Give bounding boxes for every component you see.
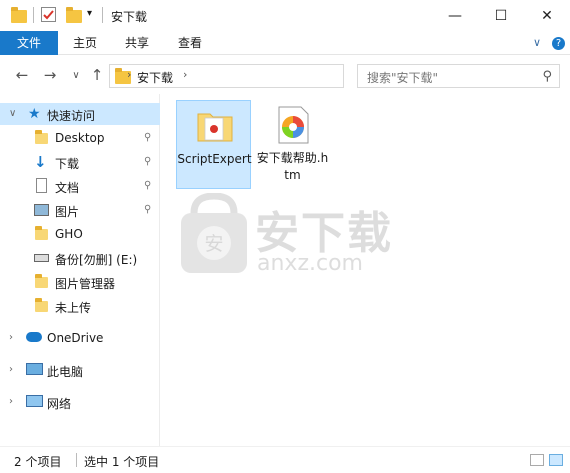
folder-icon	[11, 7, 27, 23]
details-view-icon[interactable]	[530, 454, 544, 466]
sidebar-item-not-uploaded[interactable]: 未上传	[0, 295, 160, 317]
separator	[76, 453, 77, 467]
expand-ribbon-icon[interactable]: ∨	[533, 36, 541, 49]
forward-arrow-icon[interactable]: →	[40, 65, 60, 85]
sidebar-item-onedrive[interactable]: › OneDrive	[0, 327, 160, 349]
sidebar-item-label: 快速访问	[47, 109, 96, 123]
pictures-icon	[34, 204, 49, 216]
navigation-pane: ∨ ★ 快速访问 Desktop ⚲ ↓ 下载 ⚲ 文档 ⚲ 图片 ⚲ GHO …	[0, 94, 160, 446]
properties-icon[interactable]	[41, 7, 56, 22]
sidebar-item-documents[interactable]: 文档 ⚲	[0, 175, 160, 197]
chevron-right-icon[interactable]: ›	[127, 68, 131, 81]
customize-quick-access-icon[interactable]: ▾	[87, 8, 92, 19]
sidebar-item-label: GHO	[55, 227, 83, 241]
help-icon[interactable]: ?	[552, 37, 565, 50]
document-icon	[36, 178, 47, 193]
star-icon: ★	[28, 106, 41, 122]
tab-file[interactable]: 文件	[0, 31, 58, 55]
watermark-subtitle: anxz.com	[257, 251, 363, 276]
sidebar-item-label: 图片	[55, 205, 80, 219]
sidebar-item-this-pc[interactable]: › 此电脑	[0, 359, 160, 381]
sidebar-item-picture-manager[interactable]: 图片管理器	[0, 271, 160, 293]
status-bar: 2 个项目 选中 1 个项目	[0, 446, 570, 473]
tab-view[interactable]: 查看	[171, 31, 209, 55]
search-icon[interactable]: ⚲	[542, 69, 552, 84]
large-icons-view-icon[interactable]	[549, 454, 563, 466]
file-name: 安下载帮助.htm	[256, 151, 329, 182]
search-placeholder: 搜索"安下载"	[367, 71, 439, 85]
breadcrumb[interactable]: 安下载	[137, 69, 173, 86]
download-arrow-icon: ↓	[34, 153, 47, 171]
back-arrow-icon[interactable]: ←	[12, 65, 32, 85]
folder-icon	[35, 226, 48, 240]
chevron-right-icon[interactable]: ›	[9, 396, 13, 407]
pin-icon[interactable]: ⚲	[144, 204, 151, 215]
sidebar-item-quick-access[interactable]: ∨ ★ 快速访问	[0, 103, 160, 125]
minimize-button[interactable]: —	[432, 0, 478, 31]
pin-icon[interactable]: ⚲	[144, 180, 151, 191]
sidebar-item-desktop[interactable]: Desktop ⚲	[0, 127, 160, 149]
folder-icon	[35, 130, 48, 144]
sidebar-item-label: Desktop	[55, 131, 105, 145]
computer-icon	[26, 363, 43, 375]
new-folder-icon[interactable]	[66, 7, 82, 23]
folder-icon	[197, 113, 233, 142]
recent-locations-icon[interactable]: ∨	[66, 65, 86, 85]
sidebar-item-drive-e[interactable]: 备份[勿删] (E:)	[0, 247, 160, 269]
sidebar-item-gho[interactable]: GHO	[0, 223, 160, 245]
title-bar: ▾ 安下载 — ☐ ✕	[0, 0, 570, 31]
chevron-right-icon[interactable]: ›	[9, 332, 13, 343]
address-bar[interactable]: › 安下载 › ∨ ↻	[109, 64, 450, 88]
folder-icon	[35, 298, 48, 312]
sidebar-item-label: 网络	[47, 397, 72, 411]
sidebar-item-network[interactable]: › 网络	[0, 391, 160, 413]
sidebar-item-label: 图片管理器	[55, 277, 116, 291]
network-icon	[26, 395, 43, 407]
navigation-bar: ← → ∨ ↑ › 安下载 › ∨ ↻ 搜索"安下载" ⚲	[0, 56, 570, 94]
pin-icon[interactable]: ⚲	[144, 156, 151, 167]
sidebar-item-label: 文档	[55, 181, 80, 195]
file-name: ScriptExpert	[177, 152, 252, 166]
chevron-down-icon[interactable]: ∨	[9, 108, 16, 119]
sidebar-item-label: 未上传	[55, 301, 92, 315]
watermark-logo: 安 安下载 anxz.com	[177, 193, 397, 278]
selected-count: 选中 1 个项目	[84, 455, 160, 469]
search-input[interactable]: 搜索"安下载" ⚲	[357, 64, 560, 88]
sidebar-item-pictures[interactable]: 图片 ⚲	[0, 199, 160, 221]
shield-icon: 安	[181, 193, 247, 273]
sidebar-item-label: OneDrive	[47, 331, 104, 345]
maximize-button[interactable]: ☐	[478, 0, 524, 31]
drive-icon	[34, 254, 49, 262]
chevron-right-icon[interactable]: ›	[183, 68, 187, 81]
pin-icon[interactable]: ⚲	[144, 132, 151, 143]
file-item-scriptexpert[interactable]: ScriptExpert	[176, 100, 252, 189]
file-item-help-htm[interactable]: 安下载帮助.htm	[255, 100, 330, 189]
separator	[33, 7, 34, 23]
up-arrow-icon[interactable]: ↑	[87, 65, 107, 85]
sidebar-item-label: 备份[勿删] (E:)	[55, 253, 138, 267]
sidebar-item-downloads[interactable]: ↓ 下载 ⚲	[0, 151, 160, 173]
sidebar-item-label: 下载	[55, 157, 80, 171]
htm-file-icon	[278, 106, 309, 144]
sidebar-item-label: 此电脑	[47, 365, 84, 379]
watermark-shield-char: 安	[204, 233, 223, 255]
ribbon-tabs: 文件 主页 共享 查看 ∨ ?	[0, 31, 570, 55]
window-title: 安下载	[111, 10, 148, 24]
tab-home[interactable]: 主页	[66, 31, 104, 55]
item-count: 2 个项目	[14, 455, 62, 469]
separator	[102, 7, 103, 23]
close-button[interactable]: ✕	[524, 0, 570, 31]
folder-icon	[35, 274, 48, 288]
chevron-right-icon[interactable]: ›	[9, 364, 13, 375]
cloud-icon	[26, 332, 42, 342]
tab-share[interactable]: 共享	[118, 31, 156, 55]
